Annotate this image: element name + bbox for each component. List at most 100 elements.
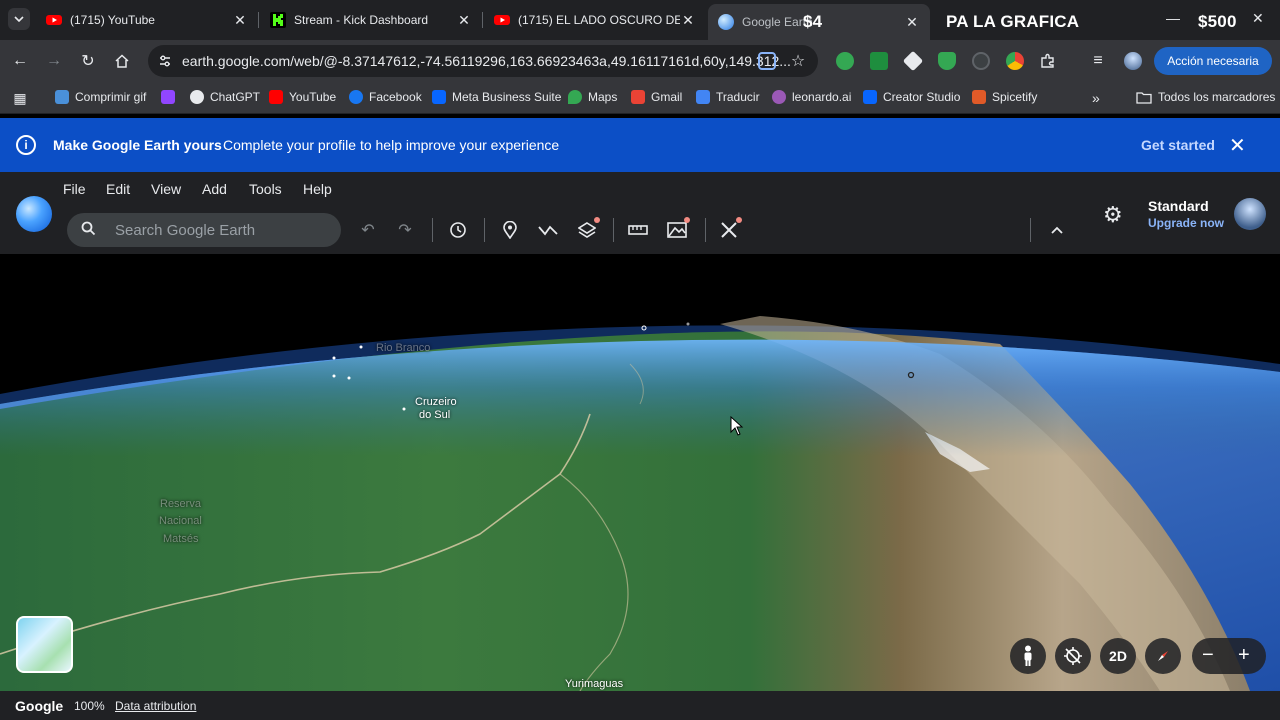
overlay-headline: PA LA GRAFICA xyxy=(946,12,1080,31)
search-input[interactable]: Search Google Earth xyxy=(115,222,255,239)
search-bar[interactable]: Search Google Earth xyxy=(67,213,341,247)
elevation-icon[interactable] xyxy=(666,217,690,241)
bookmark-label: Facebook xyxy=(369,90,422,104)
kick-icon xyxy=(270,12,286,28)
close-banner-icon[interactable]: ✕ xyxy=(1229,133,1246,158)
close-tab-icon[interactable]: ✕ xyxy=(904,14,920,31)
mouse-cursor-icon xyxy=(730,416,744,436)
redo-icon[interactable]: ↷ xyxy=(394,219,416,241)
data-attribution-link[interactable]: Data attribution xyxy=(115,699,196,713)
bookmark-item[interactable]: leonardo.ai xyxy=(772,90,851,104)
zoom-in-icon[interactable]: + xyxy=(1238,644,1250,667)
map-label-rio-branco[interactable]: Rio Branco xyxy=(376,342,430,354)
profile-banner: i Make Google Earth yours Complete your … xyxy=(0,118,1280,172)
bookmark-item[interactable]: Comprimir gif xyxy=(55,90,146,104)
close-tab-icon[interactable]: ✕ xyxy=(680,12,696,29)
close-tab-icon[interactable]: ✕ xyxy=(232,12,248,29)
map-label-nacional[interactable]: Nacional xyxy=(159,515,202,527)
meta-icon xyxy=(863,90,877,104)
menu-edit[interactable]: Edit xyxy=(106,181,130,197)
bookmark-item[interactable]: Gmail xyxy=(631,90,682,104)
layers-icon[interactable] xyxy=(576,217,600,241)
bookmark-item[interactable]: Maps xyxy=(568,90,617,104)
extension-download-icon[interactable] xyxy=(870,52,888,70)
map-label-matses[interactable]: Matsés xyxy=(163,533,198,545)
bookmark-label: Todos los marcadores xyxy=(1158,90,1276,104)
map-label-yurimaguas[interactable]: Yurimaguas xyxy=(565,678,623,690)
bookmark-item[interactable]: Creator Studio xyxy=(863,90,960,104)
tab-search-button[interactable] xyxy=(8,8,30,30)
path-icon[interactable] xyxy=(537,219,559,241)
profile-action-button[interactable]: Acción necesaria xyxy=(1154,47,1272,75)
bookmark-star-icon[interactable]: ☆ xyxy=(788,51,808,71)
twitch-icon xyxy=(161,90,175,104)
close-window-icon[interactable]: ✕ xyxy=(1252,10,1264,27)
spicetify-icon xyxy=(972,90,986,104)
forward-icon[interactable]: → xyxy=(44,51,64,71)
google-earth-logo[interactable] xyxy=(16,196,52,232)
tab-kick-dashboard[interactable]: Stream - Kick Dashboard ✕ xyxy=(260,4,482,36)
extension-diamond-icon[interactable] xyxy=(902,50,924,72)
bookmark-item[interactable]: YouTube xyxy=(269,90,336,104)
all-bookmarks-folder[interactable]: Todos los marcadores xyxy=(1136,90,1275,104)
pegman-icon[interactable] xyxy=(1010,638,1046,674)
bookmark-label: YouTube xyxy=(289,90,337,104)
home-icon[interactable] xyxy=(112,51,132,71)
settings-gear-icon[interactable]: ⚙ xyxy=(1103,202,1123,228)
upgrade-link[interactable]: Upgrade now xyxy=(1148,216,1224,230)
menu-add[interactable]: Add xyxy=(202,181,227,197)
map-label-reserva[interactable]: Reserva xyxy=(160,498,201,510)
back-icon[interactable]: ← xyxy=(10,51,30,71)
menu-view[interactable]: View xyxy=(151,181,181,197)
zoom-level: 100% xyxy=(74,699,105,713)
extension-plus-icon[interactable] xyxy=(836,52,854,70)
bookmark-label: Creator Studio xyxy=(883,90,961,104)
view-mode-2d-button[interactable]: 2D xyxy=(1100,638,1136,674)
extension-camera-icon[interactable] xyxy=(972,52,990,70)
get-started-button[interactable]: Get started xyxy=(1141,137,1215,153)
map-label-cruzeiro[interactable]: Cruzeiro xyxy=(415,396,457,408)
measure-ruler-icon[interactable] xyxy=(627,219,649,241)
site-info-icon[interactable] xyxy=(158,54,172,68)
google-logo: Google xyxy=(15,698,64,714)
account-avatar[interactable] xyxy=(1234,198,1266,230)
apps-grid-icon[interactable]: ▦ xyxy=(10,88,30,108)
extensions-puzzle-icon[interactable] xyxy=(1038,51,1058,71)
bookmark-item[interactable] xyxy=(161,90,181,104)
reading-list-icon[interactable]: ≡ xyxy=(1088,51,1108,71)
menu-file[interactable]: File xyxy=(63,181,86,197)
placemark-icon[interactable] xyxy=(499,219,521,241)
bookmark-item[interactable]: Traducir xyxy=(696,90,760,104)
map-label-do-sul[interactable]: do Sul xyxy=(419,409,450,421)
globe-viewport[interactable]: Rio Branco Cruzeiro do Sul Reserva Nacio… xyxy=(0,254,1280,691)
undo-icon[interactable]: ↶ xyxy=(357,219,379,241)
compass-icon[interactable] xyxy=(1145,638,1181,674)
location-off-icon[interactable] xyxy=(1055,638,1091,674)
bookmark-item[interactable]: Facebook xyxy=(349,90,422,104)
chevron-down-icon xyxy=(14,16,24,22)
install-app-icon[interactable] xyxy=(758,52,776,70)
minimize-icon[interactable]: — xyxy=(1166,10,1180,26)
map-style-thumbnail[interactable] xyxy=(16,616,73,673)
menu-help[interactable]: Help xyxy=(303,181,332,197)
close-tab-icon[interactable]: ✕ xyxy=(456,12,472,29)
profile-avatar-icon[interactable] xyxy=(1124,52,1142,70)
menu-tools[interactable]: Tools xyxy=(249,181,282,197)
bookmark-item[interactable]: ChatGPT xyxy=(190,90,260,104)
chatgpt-icon xyxy=(190,90,204,104)
history-icon[interactable] xyxy=(447,219,469,241)
bookmark-item[interactable]: Spicetify xyxy=(972,90,1037,104)
address-bar[interactable]: earth.google.com/web/@-8.37147612,-74.56… xyxy=(148,45,818,77)
more-bookmarks-icon[interactable]: » xyxy=(1092,90,1100,106)
earth-globe-image xyxy=(0,254,1280,691)
bookmark-item[interactable]: Meta Business Suite xyxy=(432,90,561,104)
collapse-chevron-icon[interactable] xyxy=(1046,219,1068,241)
zoom-out-icon[interactable]: − xyxy=(1202,644,1214,667)
projects-tools-icon[interactable] xyxy=(718,217,742,241)
tab-lado-oscuro[interactable]: (1715) EL LADO OSCURO DE LO ✕ xyxy=(484,4,706,36)
tab-youtube[interactable]: (1715) YouTube ✕ xyxy=(36,4,258,36)
extension-chrome-icon[interactable] xyxy=(1006,52,1024,70)
reload-icon[interactable]: ↻ xyxy=(78,51,98,71)
bookmark-label: leonardo.ai xyxy=(792,90,852,104)
extension-shield-icon[interactable] xyxy=(938,52,956,70)
